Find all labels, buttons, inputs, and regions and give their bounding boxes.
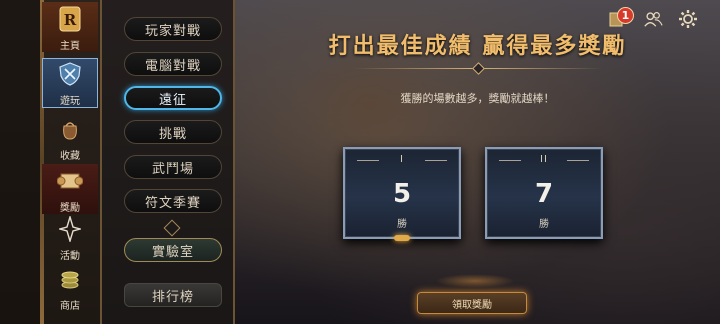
nav-item-shop[interactable]: 商店 bbox=[42, 262, 98, 312]
nav-label-play: 遊玩 bbox=[60, 96, 80, 107]
svg-text:R: R bbox=[64, 11, 77, 29]
nav-item-rewards[interactable]: 獎勵 bbox=[42, 164, 98, 214]
friends-icon[interactable] bbox=[643, 9, 663, 29]
scroll-icon bbox=[55, 166, 85, 196]
reward-card-tier-1[interactable]: I 5 勝 bbox=[343, 147, 461, 241]
coin-stack-icon bbox=[55, 264, 85, 294]
play-mode-menu: 玩家對戰 電腦對戰 遠征 挑戰 武鬥場 符文季賽 實驗室 排行榜 bbox=[100, 0, 235, 324]
card-wins-unit: 勝 bbox=[397, 219, 407, 230]
card-tier-label: II bbox=[499, 154, 589, 165]
menu-arena-button[interactable]: 武鬥場 bbox=[124, 155, 222, 179]
menu-ai-button[interactable]: 電腦對戰 bbox=[124, 52, 222, 76]
menu-challenge-button[interactable]: 挑戰 bbox=[124, 120, 222, 144]
card-wins-unit: 勝 bbox=[539, 219, 549, 230]
menu-expedition-button[interactable]: 遠征 bbox=[124, 86, 222, 110]
nav-label-collection: 收藏 bbox=[60, 151, 80, 162]
claim-sparks bbox=[435, 274, 515, 288]
nav-item-home[interactable]: R 主頁 bbox=[42, 2, 98, 52]
card-wins-value: 5 bbox=[392, 179, 412, 209]
menu-pvp-button[interactable]: 玩家對戰 bbox=[124, 17, 222, 41]
menu-rune-season-button[interactable]: 符文季賽 bbox=[124, 189, 222, 213]
claim-rewards-button[interactable]: 領取獎勵 bbox=[417, 292, 527, 314]
shield-swords-icon bbox=[55, 59, 85, 89]
legends-r-icon: R bbox=[55, 4, 85, 34]
nav-label-home: 主頁 bbox=[60, 41, 80, 52]
nav-label-events: 活動 bbox=[60, 251, 80, 262]
nav-label-shop: 商店 bbox=[60, 301, 80, 312]
title-divider-ornament bbox=[472, 62, 485, 75]
menu-divider-diamond bbox=[163, 219, 181, 237]
bag-icon bbox=[55, 114, 85, 144]
compass-star-icon bbox=[55, 214, 85, 244]
nav-item-play[interactable]: 遊玩 bbox=[42, 58, 98, 108]
gear-icon[interactable] bbox=[678, 9, 698, 29]
reward-card-tier-2[interactable]: II 7 勝 bbox=[485, 147, 603, 239]
nav-item-collection[interactable]: 收藏 bbox=[42, 112, 98, 162]
page-subtitle: 獲勝的場數越多，獎勵就越棒！ bbox=[400, 92, 555, 105]
menu-lab-button[interactable]: 實驗室 bbox=[124, 238, 222, 262]
card-wins-value: 7 bbox=[534, 179, 554, 209]
page-title: 打出最佳成績 贏得最多獎勵 bbox=[328, 34, 627, 59]
expedition-scene: 打出最佳成績 贏得最多獎勵 獲勝的場數越多，獎勵就越棒！ I 5 勝 II 7 … bbox=[235, 0, 720, 324]
card-tier-label: I bbox=[357, 154, 447, 165]
left-edge-decor bbox=[0, 0, 41, 324]
notification-badge: 1 bbox=[617, 7, 634, 24]
card-glow-marker bbox=[394, 235, 410, 241]
menu-ranking-button[interactable]: 排行榜 bbox=[124, 283, 222, 307]
nav-item-events[interactable]: 活動 bbox=[42, 212, 98, 262]
